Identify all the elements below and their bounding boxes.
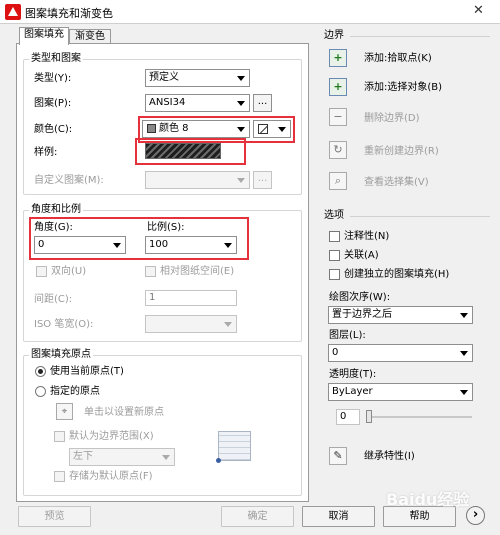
title-bar: 图案填充和渐变色 ✕ bbox=[0, 0, 500, 24]
type-pattern-title: 类型和图案 bbox=[29, 53, 83, 65]
relative-paper-label: 相对图纸空间(E) bbox=[160, 266, 235, 277]
click-set-origin-label: 单击以设置新原点 bbox=[84, 407, 164, 418]
layer-select[interactable]: 0 bbox=[328, 344, 473, 362]
add-pick-points-label[interactable]: 添加:拾取点(K) bbox=[364, 53, 432, 65]
layer-label: 图层(L): bbox=[329, 330, 366, 341]
angle-scale-highlight-box bbox=[29, 217, 249, 260]
pattern-select[interactable]: ANSI34 bbox=[145, 94, 250, 112]
double-checkbox[interactable] bbox=[36, 266, 47, 277]
view-selections-icon[interactable]: ⌕ bbox=[329, 172, 347, 190]
custom-pattern-browse-button[interactable]: ... bbox=[253, 171, 272, 189]
custom-pattern-label: 自定义图案(M): bbox=[34, 175, 104, 186]
specified-origin-label: 指定的原点 bbox=[50, 386, 100, 397]
transparency-slider-thumb[interactable] bbox=[366, 410, 372, 423]
window-title: 图案填充和渐变色 bbox=[25, 7, 113, 20]
use-current-origin-radio[interactable] bbox=[35, 366, 46, 377]
angle-scale-title: 角度和比例 bbox=[29, 204, 83, 216]
extent-select[interactable]: 左下 bbox=[69, 448, 175, 466]
specified-origin-radio[interactable] bbox=[35, 386, 46, 397]
close-button[interactable]: ✕ bbox=[466, 3, 491, 20]
iso-pen-label: ISO 笔宽(O): bbox=[34, 319, 94, 330]
options-title: 选项 bbox=[324, 210, 344, 221]
hatch-origin-title: 图案填充原点 bbox=[29, 349, 93, 361]
boundaries-title: 边界 bbox=[324, 30, 344, 41]
transparency-label: 透明度(T): bbox=[329, 369, 377, 380]
default-extent-label: 默认为边界范围(X) bbox=[69, 431, 154, 442]
remove-boundaries-icon[interactable]: − bbox=[329, 108, 347, 126]
add-select-objects-label[interactable]: 添加:选择对象(B) bbox=[364, 82, 442, 94]
relative-paper-checkbox[interactable] bbox=[145, 266, 156, 277]
annotative-label: 注释性(N) bbox=[344, 231, 390, 242]
transparency-value-input[interactable]: 0 bbox=[336, 409, 360, 425]
recreate-boundary-label[interactable]: 重新创建边界(R) bbox=[364, 146, 439, 158]
spacing-input[interactable]: 1 bbox=[145, 290, 237, 306]
pattern-browse-button[interactable]: ... bbox=[253, 94, 272, 112]
separate-hatches-checkbox[interactable] bbox=[329, 269, 340, 280]
autocad-app-icon bbox=[5, 4, 21, 20]
remove-boundaries-label[interactable]: 删除边界(D) bbox=[364, 113, 420, 125]
separate-hatches-label: 创建独立的图案填充(H) bbox=[344, 269, 450, 280]
set-origin-icon[interactable]: ⌖ bbox=[56, 403, 73, 420]
associative-checkbox[interactable] bbox=[329, 250, 340, 261]
pattern-label: 图案(P): bbox=[34, 98, 72, 109]
store-default-checkbox[interactable] bbox=[54, 471, 65, 482]
ok-button[interactable]: 确定 bbox=[221, 506, 294, 527]
associative-label: 关联(A) bbox=[344, 250, 379, 261]
sample-highlight-box bbox=[135, 138, 246, 165]
transparency-slider-track bbox=[368, 416, 472, 418]
iso-pen-select[interactable] bbox=[145, 315, 237, 333]
add-pick-points-icon[interactable]: + bbox=[329, 49, 347, 67]
cancel-button[interactable]: 取消 bbox=[302, 506, 375, 527]
origin-preview-icon bbox=[216, 431, 251, 463]
transparency-select[interactable]: ByLayer bbox=[328, 383, 473, 401]
recreate-boundary-icon[interactable]: ↻ bbox=[329, 141, 347, 159]
annotative-checkbox[interactable] bbox=[329, 231, 340, 242]
view-selections-label[interactable]: 查看选择集(V) bbox=[364, 177, 429, 189]
spacing-label: 间距(C): bbox=[34, 294, 73, 305]
draw-order-label: 绘图次序(W): bbox=[329, 292, 391, 303]
use-current-origin-label: 使用当前原点(T) bbox=[50, 366, 124, 377]
color-label: 颜色(C): bbox=[34, 124, 73, 135]
inherit-properties-label[interactable]: 继承特性(I) bbox=[364, 451, 415, 463]
sample-label: 样例: bbox=[34, 147, 58, 158]
preview-button[interactable]: 预览 bbox=[18, 506, 91, 527]
boundaries-divider bbox=[350, 36, 490, 37]
add-select-objects-icon[interactable]: + bbox=[329, 78, 347, 96]
draw-order-select[interactable]: 置于边界之后 bbox=[328, 306, 473, 324]
custom-pattern-select[interactable] bbox=[145, 171, 250, 189]
tab-hatch[interactable]: 图案填充 bbox=[19, 27, 69, 45]
baidu-watermark: Baidu经验 bbox=[386, 490, 470, 509]
type-label: 类型(Y): bbox=[34, 73, 72, 84]
store-default-label: 存储为默认原点(F) bbox=[69, 471, 153, 482]
default-extent-checkbox[interactable] bbox=[54, 431, 65, 442]
type-select[interactable]: 预定义 bbox=[145, 69, 250, 87]
inherit-properties-icon[interactable]: ✎ bbox=[329, 447, 347, 465]
hatch-panel: 类型和图案 类型(Y): 预定义 图案(P): ANSI34 ... 颜色(C)… bbox=[16, 43, 309, 502]
options-divider bbox=[350, 216, 490, 217]
double-label: 双向(U) bbox=[51, 266, 87, 277]
